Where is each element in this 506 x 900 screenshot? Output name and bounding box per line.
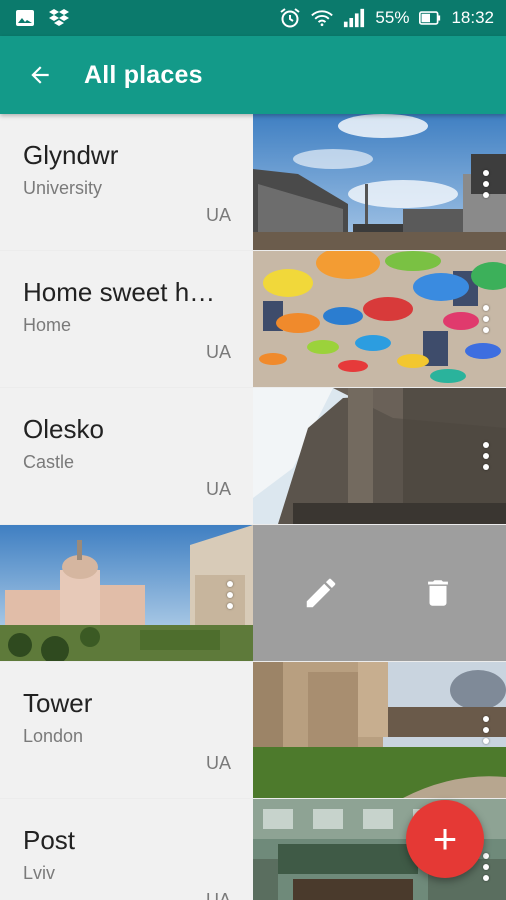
page-title: All places: [84, 60, 203, 89]
place-photo[interactable]: [0, 525, 253, 661]
place-info[interactable]: Tower London UA: [0, 662, 253, 798]
place-category: Castle: [23, 452, 75, 472]
delete-button[interactable]: [414, 569, 462, 617]
place-name: Home sweet h…: [23, 277, 216, 307]
back-button[interactable]: [24, 59, 56, 91]
app-bar: All places: [0, 36, 506, 114]
add-place-button[interactable]: +: [406, 800, 484, 878]
place-info[interactable]: Post Lviv UA: [0, 799, 253, 900]
edit-button[interactable]: [297, 569, 345, 617]
place-name: Glyndwr: [23, 140, 119, 170]
place-country: UA: [205, 890, 231, 900]
place-info[interactable]: Home sweet h… Home UA: [0, 251, 253, 387]
place-row-swiped[interactable]: [0, 525, 506, 661]
place-name: Tower: [23, 688, 93, 718]
place-country: UA: [205, 753, 231, 773]
place-row-olesko[interactable]: Olesko Castle UA: [0, 388, 506, 524]
place-name: Post: [23, 825, 76, 855]
place-country: UA: [205, 479, 231, 499]
place-info[interactable]: Glyndwr University UA: [0, 114, 253, 250]
place-row-home[interactable]: Home sweet h… Home UA: [0, 251, 506, 387]
place-photo[interactable]: [253, 251, 506, 387]
status-right: 55% 18:32: [279, 8, 494, 28]
wifi-icon: [311, 8, 334, 28]
clock: 18:32: [451, 8, 494, 27]
place-info[interactable]: Olesko Castle UA: [0, 388, 253, 524]
place-country: UA: [205, 205, 231, 225]
more-vert-icon[interactable]: [478, 301, 494, 337]
arrow-back-icon: [31, 66, 49, 84]
status-bar: 55% 18:32: [0, 0, 506, 36]
dropbox-icon: [48, 8, 70, 28]
plus-icon: +: [432, 815, 458, 862]
alarm-icon: [279, 8, 301, 28]
status-left: [14, 8, 70, 28]
signal-icon: [343, 8, 365, 28]
swipe-actions: [253, 525, 506, 661]
place-photo[interactable]: [253, 388, 506, 524]
place-country: UA: [205, 342, 231, 362]
place-row-tower[interactable]: Tower London UA: [0, 662, 506, 798]
pencil-icon: [307, 578, 336, 608]
places-list[interactable]: Glyndwr University UA Home sweet h… Home…: [0, 114, 506, 900]
place-row-glyndwr[interactable]: Glyndwr University UA: [0, 114, 506, 250]
image-icon: [14, 8, 36, 28]
more-vert-icon[interactable]: [478, 166, 494, 202]
place-category: London: [23, 726, 84, 746]
place-name: Olesko: [23, 414, 104, 444]
trash-icon: [427, 580, 448, 606]
more-vert-icon[interactable]: [478, 712, 494, 748]
place-category: University: [23, 178, 103, 198]
place-category: Lviv: [23, 863, 56, 883]
place-photo[interactable]: [253, 114, 506, 250]
battery-percent: 55%: [375, 8, 410, 27]
place-category: Home: [23, 315, 72, 335]
more-vert-icon[interactable]: [222, 577, 238, 613]
place-photo[interactable]: [253, 662, 506, 798]
more-vert-icon[interactable]: [478, 438, 494, 474]
battery-icon: [419, 8, 441, 28]
